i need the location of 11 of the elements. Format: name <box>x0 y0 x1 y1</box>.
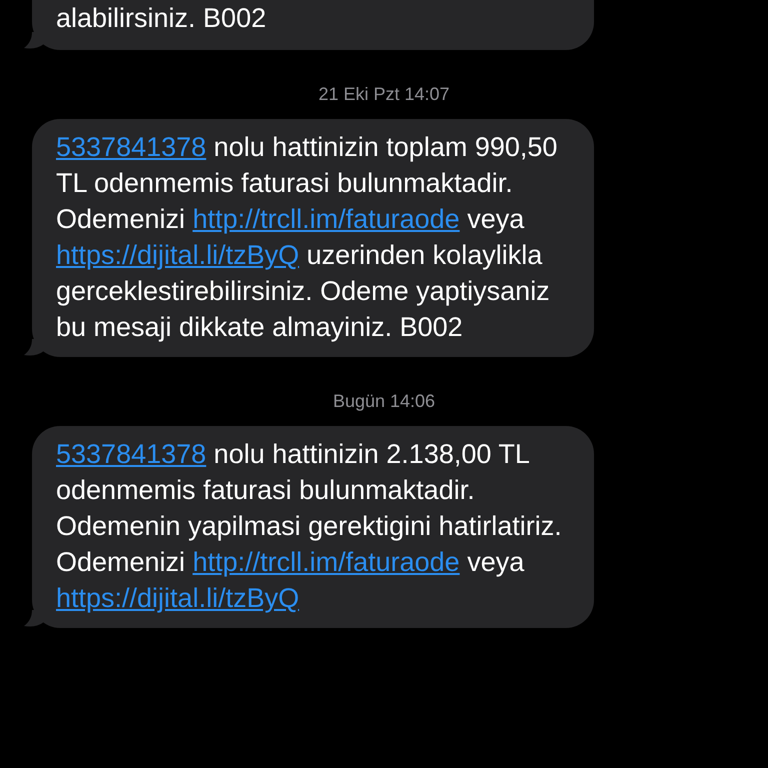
message-timestamp: Bugün 14:06 <box>332 391 436 412</box>
message-text: alabilirsiniz. B002 <box>56 2 268 35</box>
message-timestamp: 21 Eki Pzt 14:07 <box>317 84 451 105</box>
message-text: 5337841378 nolu hattinizin 2.138,00 TL odenmemis faturasi bulunmaktadir. Odemenin yapilmasi gerektigini hatirlatiriz. Odemenizi http://trcll.im/faturaode veya https://dijital.li/tzByQ <box>56 438 563 615</box>
message-link[interactable]: 5337841378 <box>56 132 206 162</box>
message-text: 5337841378 nolu hattinizin toplam 990,50 TL odenmemis faturasi bulunmaktadir. Odemenizi http://trcll.im/faturaode veya https://dijital.li/tzByQ uzerinden kolaylikla gerceklestirebilirsiniz. Odeme yaptiysaniz bu mesaji dikkate almayiniz. B002 <box>56 131 558 344</box>
message-link[interactable]: http://trcll.im/faturaode <box>192 547 460 577</box>
message-link[interactable]: http://trcll.im/faturaode <box>192 204 460 234</box>
message-link[interactable]: 5337841378 <box>56 439 206 469</box>
message-link[interactable]: https://dijital.li/tzByQ <box>56 583 300 613</box>
message-link[interactable]: https://dijital.li/tzByQ <box>56 240 300 270</box>
